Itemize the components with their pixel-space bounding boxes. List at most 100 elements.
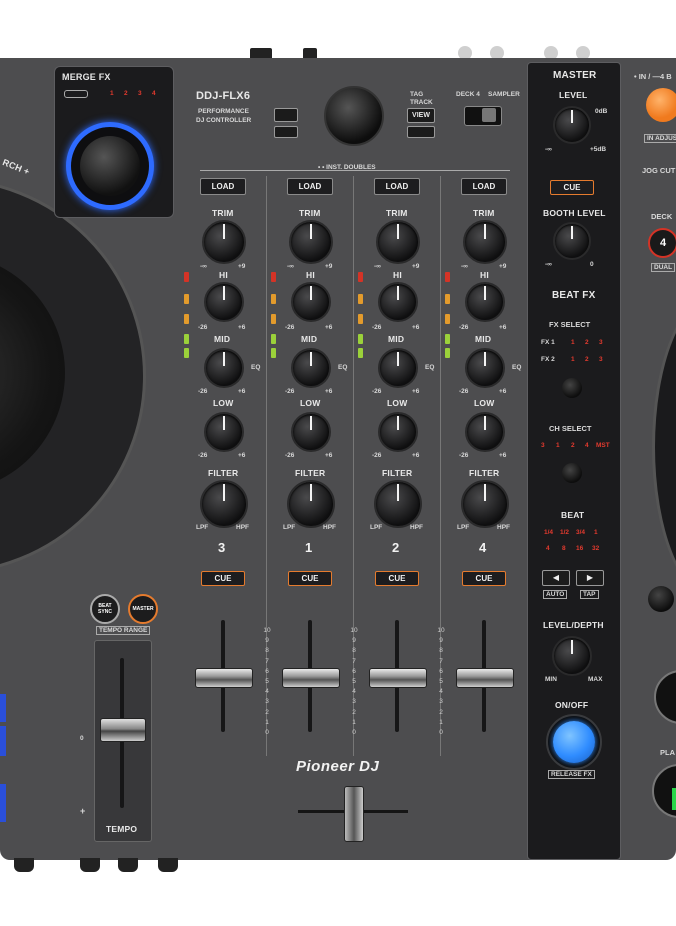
level-meter-led bbox=[445, 348, 450, 358]
hi-knob[interactable] bbox=[204, 282, 244, 322]
list-button[interactable] bbox=[274, 126, 298, 138]
beat-sync-button[interactable]: BEAT SYNC bbox=[90, 594, 120, 624]
view-button[interactable]: VIEW bbox=[407, 108, 435, 123]
filter-knob[interactable] bbox=[200, 480, 248, 528]
pad-edge[interactable] bbox=[0, 784, 6, 822]
hi-label: HI bbox=[393, 270, 402, 280]
mid-knob[interactable] bbox=[465, 348, 505, 388]
hi-knob[interactable] bbox=[465, 282, 505, 322]
filter-knob[interactable] bbox=[287, 480, 335, 528]
hi-knob[interactable] bbox=[378, 282, 418, 322]
load-button[interactable]: LOAD bbox=[461, 178, 507, 195]
zero-db-label: 0dB bbox=[595, 108, 608, 115]
cue-button[interactable]: CUE bbox=[462, 571, 506, 586]
hpf-label: HPF bbox=[497, 524, 510, 531]
channel-fader[interactable] bbox=[369, 668, 427, 688]
level-meter-led bbox=[184, 334, 189, 344]
load-button[interactable]: LOAD bbox=[287, 178, 333, 195]
low-knob[interactable] bbox=[378, 412, 418, 452]
eq-min: -26 bbox=[459, 452, 469, 459]
sampler-label: SAMPLER bbox=[488, 91, 520, 98]
low-knob[interactable] bbox=[204, 412, 244, 452]
lpf-label: LPF bbox=[283, 524, 296, 531]
cue-button[interactable]: CUE bbox=[375, 571, 419, 586]
tempo-fader[interactable] bbox=[100, 718, 146, 742]
model-name: DDJ-FLX6 bbox=[196, 90, 251, 102]
fx-select-label: FX SELECT bbox=[549, 320, 591, 329]
switch-lever bbox=[482, 108, 496, 122]
channel-fader[interactable] bbox=[282, 668, 340, 688]
cue-button[interactable]: CUE bbox=[201, 571, 245, 586]
deck-select-button[interactable]: 4 bbox=[648, 228, 676, 258]
crossfader[interactable] bbox=[344, 786, 364, 842]
booth-level-knob[interactable] bbox=[553, 222, 591, 260]
low-label: LOW bbox=[474, 398, 495, 408]
fx-number: 1 bbox=[571, 339, 575, 346]
filter-label: FILTER bbox=[382, 468, 413, 478]
mid-knob[interactable] bbox=[378, 348, 418, 388]
filter-knob[interactable] bbox=[374, 480, 422, 528]
low-knob[interactable] bbox=[291, 412, 331, 452]
merge-fx-knob[interactable] bbox=[80, 136, 140, 196]
channel-number: 2 bbox=[392, 540, 400, 555]
mid-knob[interactable] bbox=[291, 348, 331, 388]
channel-fader[interactable] bbox=[195, 668, 253, 688]
fader-scale: 10 9 8 7 6 5 4 3 2 1 0 bbox=[350, 627, 358, 737]
beat-fx-title: BEAT FX bbox=[552, 290, 596, 301]
level-meter-led bbox=[358, 294, 363, 304]
level-meter-led bbox=[445, 294, 450, 304]
right-jog-wheel[interactable] bbox=[652, 294, 676, 600]
right-deck-knob[interactable] bbox=[648, 586, 674, 612]
booth-min: -∞ bbox=[545, 261, 552, 268]
ch-select-label: CH SELECT bbox=[549, 424, 592, 433]
browse-knob[interactable] bbox=[324, 86, 384, 146]
eq-min: -26 bbox=[285, 452, 295, 459]
eq-label: EQ bbox=[512, 364, 522, 371]
beat-left-button[interactable]: ◀ bbox=[542, 570, 570, 586]
loop-in-button[interactable] bbox=[646, 88, 676, 122]
master-min: -∞ bbox=[545, 146, 552, 153]
trim-knob[interactable] bbox=[289, 220, 333, 264]
low-knob[interactable] bbox=[465, 412, 505, 452]
eq-label: EQ bbox=[251, 364, 261, 371]
load-button[interactable]: LOAD bbox=[374, 178, 420, 195]
trim-min: -∞ bbox=[200, 263, 207, 270]
level-meter-led bbox=[184, 294, 189, 304]
dual-label: DUAL bbox=[651, 263, 676, 272]
tempo-master-button[interactable]: MASTER bbox=[128, 594, 158, 624]
deck-label: DECK bbox=[651, 212, 673, 221]
expand-button[interactable] bbox=[407, 126, 435, 138]
ch-select-button[interactable] bbox=[562, 463, 582, 483]
level-depth-knob[interactable] bbox=[552, 636, 592, 676]
hi-knob[interactable] bbox=[291, 282, 331, 322]
beat-right-button[interactable]: ▶ bbox=[576, 570, 604, 586]
beat-value: 1/4 bbox=[544, 529, 554, 536]
filter-knob[interactable] bbox=[461, 480, 509, 528]
mid-knob[interactable] bbox=[204, 348, 244, 388]
master-cue-button[interactable]: CUE bbox=[550, 180, 594, 195]
load-button[interactable]: LOAD bbox=[200, 178, 246, 195]
trim-min: -∞ bbox=[374, 263, 381, 270]
pad-edge[interactable] bbox=[0, 726, 6, 756]
ch-number: 4 bbox=[585, 442, 589, 449]
merge-fx-number: 2 bbox=[124, 90, 128, 97]
trim-label: TRIM bbox=[386, 208, 408, 218]
fx-select-button[interactable] bbox=[562, 378, 582, 398]
trim-knob[interactable] bbox=[202, 220, 246, 264]
level-meter-led bbox=[445, 314, 450, 324]
master-level-knob[interactable] bbox=[553, 106, 591, 144]
hpf-label: HPF bbox=[236, 524, 249, 531]
on-off-label: ON/OFF bbox=[555, 700, 589, 710]
trim-knob[interactable] bbox=[463, 220, 507, 264]
channel-fader[interactable] bbox=[456, 668, 514, 688]
front-jack bbox=[80, 858, 100, 872]
trim-knob[interactable] bbox=[376, 220, 420, 264]
release-fx-label: RELEASE FX bbox=[548, 770, 595, 779]
fx-on-off-button[interactable] bbox=[553, 721, 595, 763]
cue-pad-button[interactable] bbox=[654, 670, 676, 724]
tempo-range-label: TEMPO RANGE bbox=[96, 626, 151, 635]
ch-number: 2 bbox=[571, 442, 575, 449]
cue-button[interactable]: CUE bbox=[288, 571, 332, 586]
back-button[interactable] bbox=[274, 108, 298, 122]
pad-edge[interactable] bbox=[0, 694, 6, 722]
